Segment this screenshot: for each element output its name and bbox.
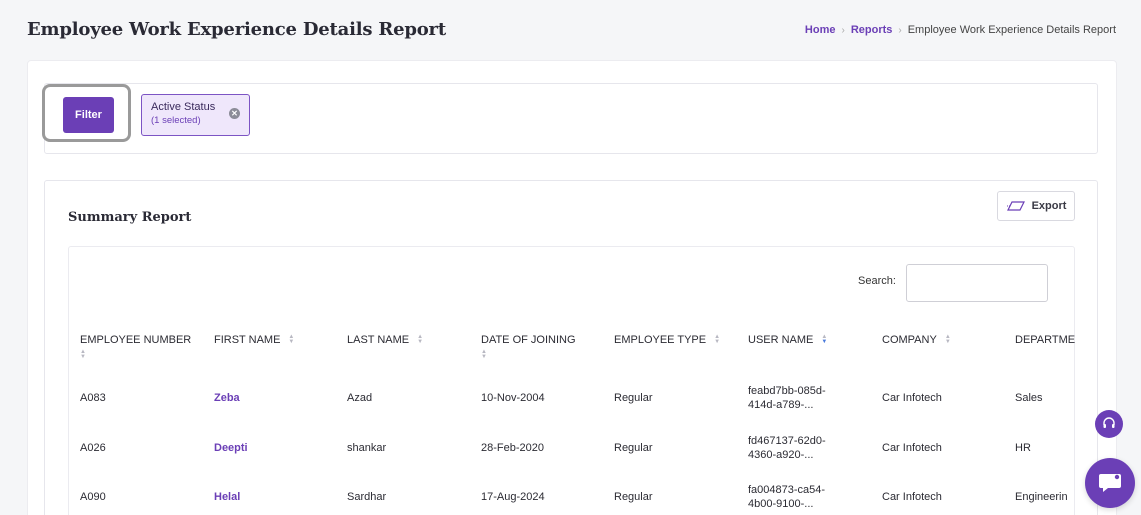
employee-type-cell: Regular [614,491,653,503]
chip-label: Active Status [151,101,216,113]
date-of-joining-cell: 28-Feb-2020 [481,442,544,454]
chip-selection-count: (1 selected) [151,115,201,126]
breadcrumb-current: Employee Work Experience Details Report [907,24,1116,36]
search-input[interactable] [906,264,1048,302]
department-cell: Engineerin [1015,491,1068,503]
sort-icon[interactable]: ▲ ▼ [481,349,487,360]
search-label: Search: [858,275,896,287]
close-icon[interactable]: ✕ [229,108,240,119]
user-name-cell: fd467137-62d0-4360-a920-... [748,435,826,461]
column-header-employee-number[interactable]: EMPLOYEE NUMBER [80,334,191,346]
employee-type-cell: Regular [614,392,653,404]
chat-icon [1099,474,1121,492]
company-cell: Car Infotech [882,442,942,454]
column-header-date-of-joining[interactable]: DATE OF JOINING [481,334,576,346]
last-name-cell: Sardhar [347,491,387,503]
summary-title: Summary Report [68,210,192,225]
employee-number-cell: A026 [80,442,106,454]
column-header-last-name[interactable]: LAST NAME ▲ ▼ [347,334,423,346]
date-of-joining-cell: 10-Nov-2004 [481,392,545,404]
sort-icon[interactable]: ▲ ▼ [714,334,720,345]
sort-icon[interactable]: ▲ ▼ [417,334,423,345]
sort-icon[interactable]: ▲ ▼ [945,334,951,345]
employee-type-cell: Regular [614,442,653,454]
breadcrumb: Home › Reports › Employee Work Experienc… [805,24,1116,36]
last-name-cell: Azad [347,392,373,404]
export-label: Export [1031,200,1067,212]
column-header-department[interactable]: DEPARTME [1015,334,1075,346]
breadcrumb-reports-link[interactable]: Reports [851,24,893,36]
first-name-link[interactable]: Helal [214,491,240,503]
column-header-user-name[interactable]: USER NAME ▲ ▼ [748,334,827,346]
department-cell: HR [1015,442,1031,454]
page-title: Employee Work Experience Details Report [27,19,446,40]
employee-number-cell: A090 [80,491,106,503]
column-header-company[interactable]: COMPANY ▲ ▼ [882,334,951,346]
export-button[interactable]: Export [997,191,1075,221]
user-name-cell: feabd7bb-085d-414d-a789-... [748,385,826,411]
first-name-link[interactable]: Deepti [214,442,248,454]
sort-icon[interactable]: ▲ ▼ [80,349,86,360]
user-name-cell: fa004873-ca54-4b00-9100-... [748,484,826,510]
company-cell: Car Infotech [882,491,942,503]
employee-number-cell: A083 [80,392,106,404]
breadcrumb-separator-icon: › [841,24,845,36]
chat-button[interactable] [1085,458,1135,508]
first-name-link[interactable]: Zeba [214,392,240,404]
sort-icon-active[interactable]: ▲ ▼ [821,334,827,345]
breadcrumb-separator-icon: › [898,24,902,36]
active-status-filter-chip[interactable]: Active Status (1 selected) ✕ [141,94,250,136]
export-icon [1006,201,1025,211]
last-name-cell: shankar [347,442,387,454]
headset-icon [1103,417,1115,428]
date-of-joining-cell: 17-Aug-2024 [481,491,545,503]
help-button[interactable] [1095,410,1123,438]
column-header-employee-type[interactable]: EMPLOYEE TYPE ▲ ▼ [614,334,720,346]
department-cell: Sales [1015,392,1043,404]
filter-button[interactable]: Filter [63,97,114,133]
company-cell: Car Infotech [882,392,942,404]
column-header-first-name[interactable]: FIRST NAME ▲ ▼ [214,334,294,346]
breadcrumb-home-link[interactable]: Home [805,24,836,36]
sort-icon[interactable]: ▲ ▼ [288,334,294,345]
